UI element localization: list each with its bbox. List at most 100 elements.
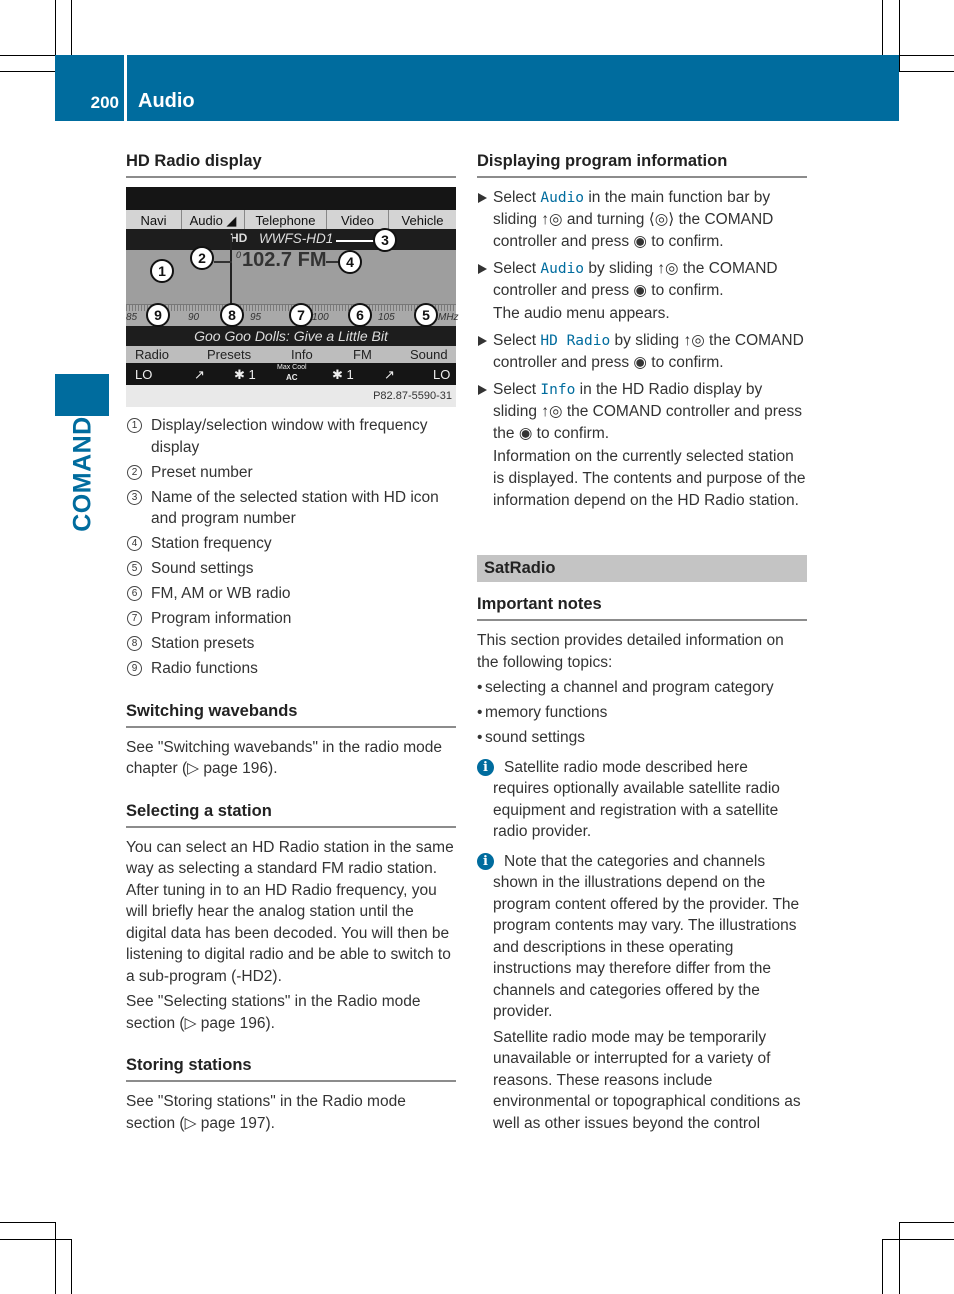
legend-text: Preset number: [151, 463, 253, 481]
info-note: i Satellite radio mode described here re…: [477, 757, 807, 843]
legend-item: 4 Station frequency: [126, 533, 456, 555]
fan-left: ✱ 1: [234, 367, 256, 382]
crop-mark: [899, 1222, 954, 1223]
max-cool-label: Max Cool: [277, 364, 307, 371]
legend-number: 7: [127, 611, 142, 626]
crop-mark: [55, 0, 56, 55]
info-icon: i: [477, 852, 494, 870]
crop-mark: [71, 1239, 72, 1294]
menu-keyword-audio: Audio: [540, 261, 585, 277]
leader-line: [336, 240, 376, 242]
section-heading-important-notes: Important notes: [477, 595, 807, 621]
step-arrow-icon: [478, 193, 487, 203]
fan-right: ✱ 1: [332, 367, 354, 382]
scale-label: MHz: [438, 312, 459, 323]
section-heading-selecting-station: Selecting a station: [126, 802, 456, 828]
function-radio: Radio: [135, 347, 169, 362]
selecting-station-text: You can select an HD Radio station in th…: [126, 838, 454, 985]
legend-item: 5 Sound settings: [126, 558, 456, 580]
step-arrow-icon: [478, 264, 487, 274]
legend-text: Sound settings: [151, 560, 254, 577]
step-result: Information on the currently selected st…: [493, 448, 806, 509]
menu-item-telephone: Telephone: [245, 210, 327, 229]
legend-number: 3: [127, 489, 142, 505]
scale-label: 85: [126, 312, 138, 323]
legend-text: Name of the selected station with HD ico…: [151, 488, 439, 528]
crop-mark: [899, 0, 900, 71]
legend-text: Station frequency: [151, 535, 272, 552]
step-arrow-icon: [478, 336, 487, 346]
scale-label: 100: [312, 312, 329, 323]
note-text: Satellite radio mode described here requ…: [493, 758, 780, 841]
temp-right: LO: [433, 367, 451, 382]
callout-5: 5: [414, 303, 438, 327]
crop-mark: [55, 1222, 56, 1294]
callout-9: 9: [146, 303, 170, 327]
legend-number: 1: [127, 418, 142, 433]
crop-mark: [0, 1222, 55, 1223]
legend-number: 4: [127, 536, 142, 551]
menu-item-navi: Navi: [126, 210, 182, 229]
function-fm: FM: [353, 347, 372, 362]
menu-item-video: Video: [327, 210, 389, 229]
legend-item: 8 Station presets: [126, 633, 456, 655]
instruction-steps: Select Audio in the main function bar by…: [477, 187, 807, 512]
legend-number: 5: [127, 561, 142, 576]
crop-mark: [899, 55, 954, 56]
hd-radio-screen-illustration: Navi Audio ◢ Telephone Video Vehicle HD …: [126, 187, 459, 407]
legend-item: 7 Program information: [126, 608, 456, 630]
legend-item: 1 Display/selection window with frequency…: [126, 415, 456, 458]
note-text-continued: Satellite radio mode may be temporarily …: [493, 1028, 801, 1132]
step-arrow-icon: [478, 385, 487, 395]
menu-keyword-audio: Audio: [540, 190, 585, 206]
instruction-step: Select Audio by sliding ↑◎ the COMAND co…: [477, 258, 807, 325]
callout-legend: 1 Display/selection window with frequency…: [126, 415, 456, 680]
callout-7: 7: [289, 303, 313, 327]
step-text: Select: [493, 189, 541, 206]
crop-mark: [0, 1239, 71, 1240]
chapter-banner-satradio: SatRadio: [477, 555, 807, 582]
legend-item: 9 Radio functions: [126, 658, 456, 680]
hd-icon: HD: [230, 231, 248, 245]
ac-label: AC: [286, 373, 298, 382]
temp-left: LO: [135, 367, 153, 382]
step-text: Select: [493, 381, 541, 398]
section-heading-storing-stations: Storing stations: [126, 1056, 456, 1082]
callout-3: 3: [373, 228, 397, 252]
side-tab-marker: [55, 374, 109, 416]
section-heading-program-info: Displaying program information: [477, 152, 807, 178]
topic-item: memory functions: [477, 702, 807, 724]
callout-6: 6: [348, 303, 372, 327]
menu-item-vehicle: Vehicle: [401, 213, 444, 228]
crop-mark: [0, 55, 55, 56]
page-number: 200: [90, 93, 119, 112]
legend-item: 3 Name of the selected station with HD ic…: [126, 487, 456, 530]
topic-item: sound settings: [477, 727, 807, 749]
legend-text: FM, AM or WB radio: [151, 585, 291, 602]
legend-text: Program information: [151, 610, 292, 627]
menu-keyword-info: Info: [540, 382, 576, 398]
screen-main-menu: Navi Audio ◢ Telephone Video Vehicle: [126, 210, 456, 229]
callout-2: 2: [190, 246, 214, 270]
legend-number: 6: [127, 586, 142, 601]
storing-stations-text: See "Storing stations" in the Radio mode…: [126, 1093, 406, 1132]
switching-wavebands-text: See "Switching wavebands" in the radio m…: [126, 738, 443, 778]
legend-number: 9: [127, 661, 142, 676]
leader-line: [214, 261, 232, 263]
crop-mark: [882, 0, 883, 55]
callout-1: 1: [150, 259, 174, 283]
instruction-step: Select Audio in the main function bar by…: [477, 187, 807, 253]
scale-label: 95: [250, 312, 262, 323]
satradio-intro: This section provides detailed informati…: [477, 632, 784, 671]
legend-text: Radio functions: [151, 660, 258, 677]
left-column: HD Radio display Navi Audio ◢ Telephone …: [126, 152, 459, 1134]
step-text: Select: [493, 332, 541, 349]
legend-text: Station presets: [151, 635, 255, 652]
scale-label: 90: [188, 312, 200, 323]
note-text: Note that the categories and channels sh…: [493, 852, 800, 1021]
step-text: Select: [493, 260, 541, 277]
topic-list: selecting a channel and program category…: [477, 677, 807, 749]
callout-4: 4: [338, 250, 362, 274]
selecting-station-reference: See "Selecting stations" in the Radio mo…: [126, 993, 421, 1032]
function-info: Info: [291, 347, 313, 362]
